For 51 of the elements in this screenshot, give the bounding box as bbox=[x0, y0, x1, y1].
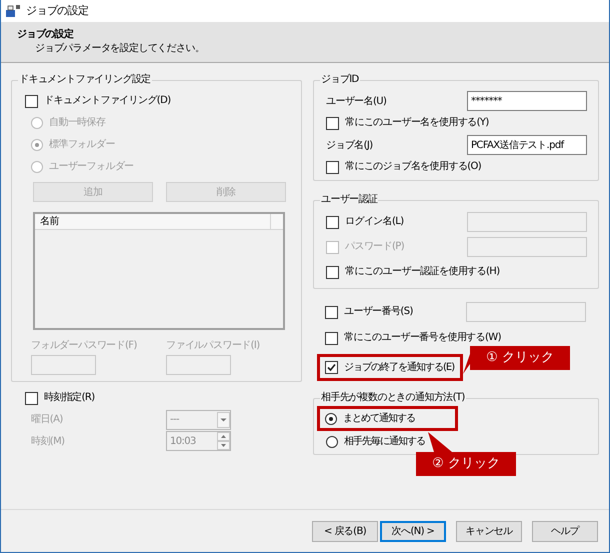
group-title: 相手先が複数のときの通知方法(T) bbox=[320, 391, 466, 405]
checkbox[interactable] bbox=[326, 266, 339, 278]
field-label: ファイルパスワード(I) bbox=[166, 339, 260, 353]
list-view[interactable]: 名前 bbox=[33, 212, 285, 330]
checkbox[interactable] bbox=[326, 160, 339, 174]
field-label: 時刻(M) bbox=[31, 436, 64, 446]
checkbox-label: ユーザー番号(S) bbox=[344, 305, 413, 319]
checkbox[interactable] bbox=[25, 94, 38, 108]
checkbox[interactable] bbox=[25, 392, 38, 404]
printer-icon bbox=[5, 4, 21, 18]
group-title: ジョブID bbox=[320, 73, 360, 87]
checkbox[interactable] bbox=[325, 332, 338, 344]
text-field[interactable] bbox=[467, 237, 587, 257]
text-field[interactable] bbox=[467, 212, 587, 232]
header-subtitle: ジョブパラメータを設定してください。 bbox=[34, 42, 206, 56]
radio-label: 自動一時保存 bbox=[49, 116, 106, 130]
radio-label: ユーザーフォルダー bbox=[49, 160, 134, 174]
radio-button[interactable] bbox=[326, 436, 338, 448]
text-field[interactable]: PCFAX送信テスト.pdf bbox=[467, 135, 587, 155]
radio-label: 相手先毎に通知する bbox=[344, 434, 425, 448]
dialog-button[interactable]: < 戻る(B) bbox=[312, 520, 378, 542]
dialog-button[interactable]: キャンセル bbox=[456, 520, 522, 542]
checkbox-label: パスワード(P) bbox=[345, 240, 404, 254]
checkbox[interactable] bbox=[325, 306, 338, 318]
group-title: ドキュメントファイリング設定 bbox=[18, 73, 152, 87]
field-label: ユーザー名(U) bbox=[326, 96, 386, 106]
dialog-button[interactable]: 次へ(N) > bbox=[380, 520, 446, 542]
checkbox-label: ログイン名(L) bbox=[345, 215, 404, 229]
field-label: 曜日(A) bbox=[31, 414, 63, 425]
checkbox-label: ジョブの終了を通知する(E) bbox=[344, 360, 454, 374]
window-title: ジョブの設定 bbox=[26, 2, 88, 19]
text-field[interactable]: ******* bbox=[467, 91, 587, 111]
checkbox-label: 常にこのジョブ名を使用する(O) bbox=[345, 160, 482, 174]
checkbox-label: 常にこのユーザー認証を使用する(H) bbox=[345, 265, 500, 279]
dialog-button[interactable]: ヘルプ bbox=[532, 520, 598, 542]
group-title: ユーザー認証 bbox=[320, 193, 378, 207]
radio-label: 標準フォルダー bbox=[49, 138, 115, 152]
spinner-arrows-icon bbox=[217, 432, 230, 450]
text-field[interactable] bbox=[466, 302, 586, 322]
checkbox[interactable] bbox=[326, 216, 339, 228]
radio-button[interactable] bbox=[325, 412, 337, 424]
checkbox-label: ドキュメントファイリング(D) bbox=[44, 94, 171, 108]
field-label: ジョブ名(J) bbox=[326, 140, 373, 150]
checkbox-label: 常にこのユーザー名を使用する(Y) bbox=[345, 116, 489, 130]
checkbox-label: 時刻指定(R) bbox=[44, 391, 95, 405]
checkbox-label: 常にこのユーザー番号を使用する(W) bbox=[344, 331, 501, 345]
checkbox[interactable] bbox=[326, 116, 339, 130]
checkbox[interactable] bbox=[325, 361, 338, 374]
header-title: ジョブの設定 bbox=[17, 28, 74, 42]
field-label: フォルダーパスワード(F) bbox=[31, 339, 137, 353]
radio-label: まとめて通知する bbox=[343, 412, 415, 426]
